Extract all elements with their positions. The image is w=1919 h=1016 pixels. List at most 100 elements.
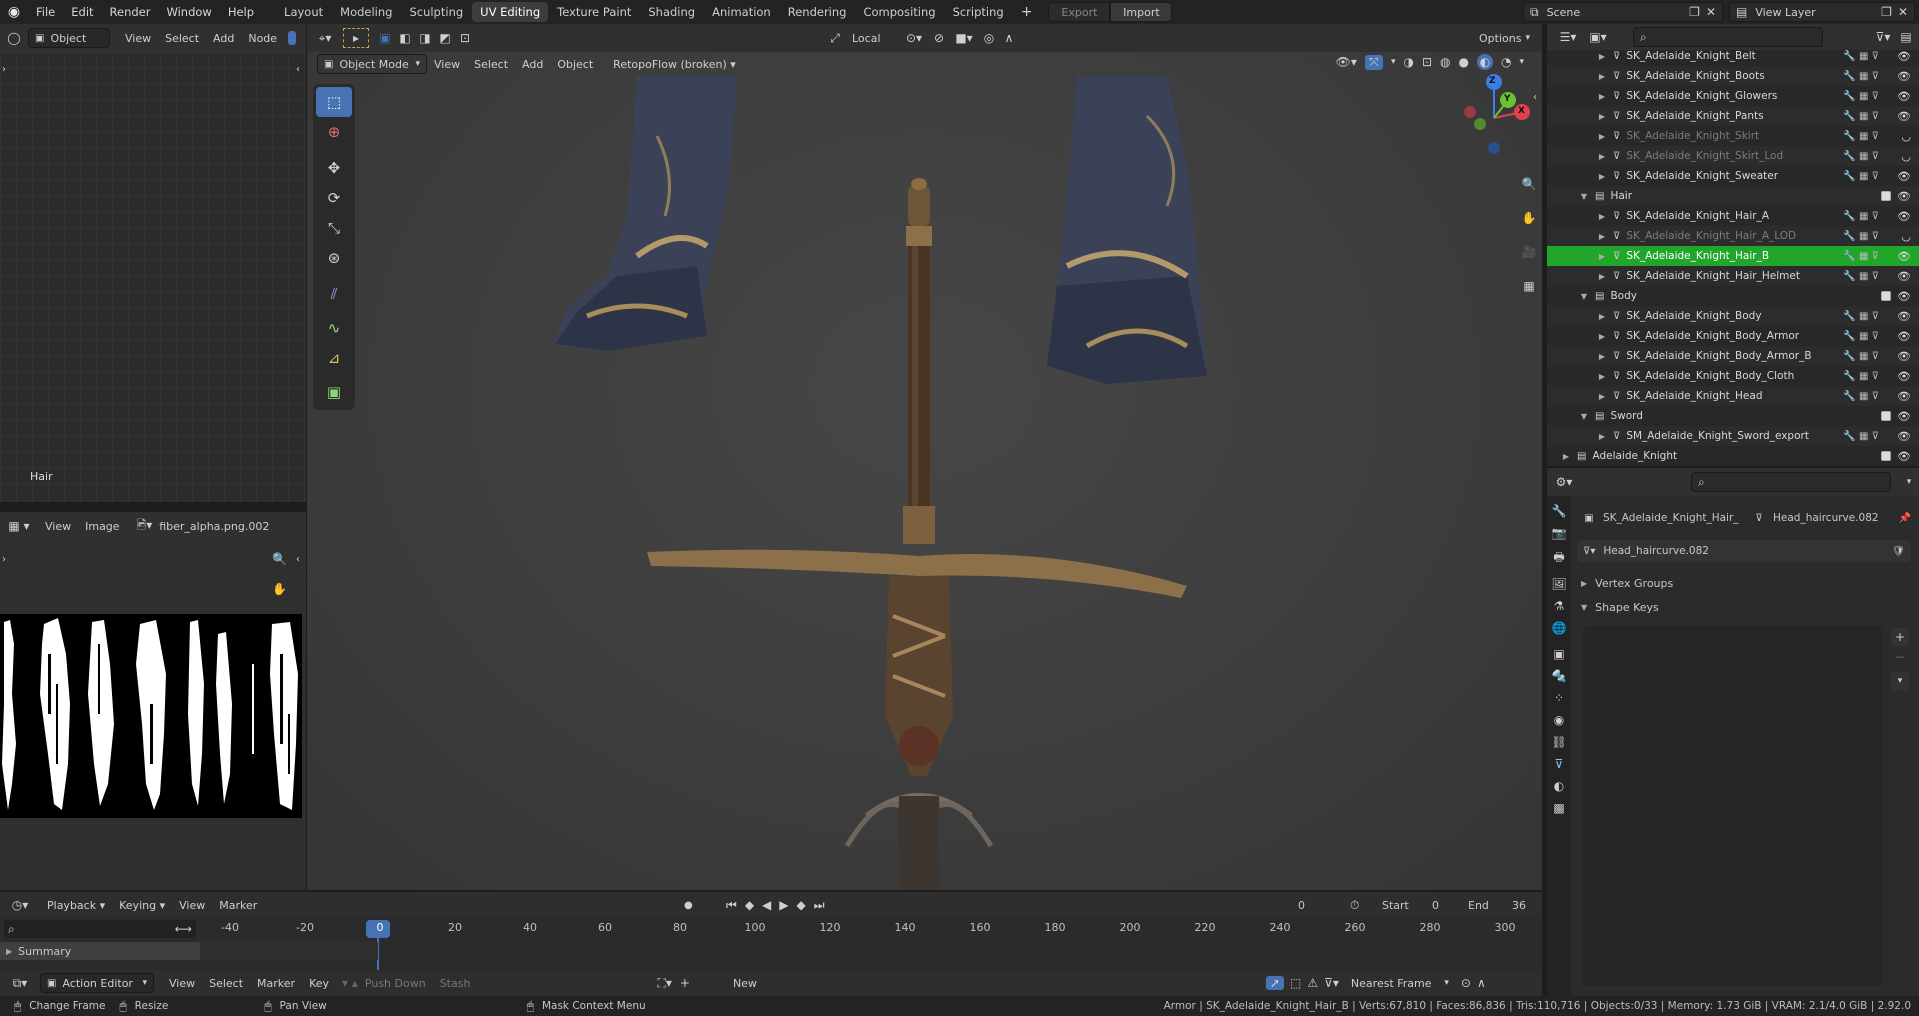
- expand-toggle-icon[interactable]: ▶: [1597, 232, 1607, 241]
- viewport-menu-add[interactable]: Add: [515, 58, 550, 71]
- tab-compositing[interactable]: Compositing: [855, 2, 943, 22]
- select-mode-subtract-icon[interactable]: ◨: [415, 31, 435, 45]
- expand-toggle-icon[interactable]: ▶: [1597, 392, 1607, 401]
- eye-icon[interactable]: 👁: [1897, 210, 1911, 223]
- select-mode-intersect-icon[interactable]: ⊡: [455, 31, 475, 45]
- select-mode-extend-icon[interactable]: ◧: [395, 31, 415, 45]
- collection-checkbox[interactable]: [1881, 191, 1891, 201]
- gizmo-dropdown-icon[interactable]: ▾: [1391, 57, 1396, 67]
- select-mode-new-icon[interactable]: ▣: [375, 31, 395, 45]
- view-layer-tab-icon[interactable]: 🖼: [1551, 577, 1566, 591]
- scene-selector[interactable]: ⧉ Scene ❐ ✕: [1523, 2, 1723, 22]
- outliner-row[interactable]: ▶ ⊽ SK_Adelaide_Knight_Hair_A 🔧 ▦ ⊽ 👁: [1547, 206, 1919, 226]
- add-workspace-icon[interactable]: +: [1013, 2, 1041, 22]
- transform-orientation-dropdown[interactable]: Local: [845, 32, 899, 45]
- modifier-data-icons[interactable]: 🔧 ▦ ⊽: [1843, 371, 1879, 382]
- modifier-data-icons[interactable]: 🔧 ▦ ⊽: [1843, 131, 1879, 142]
- object-mode-dropdown[interactable]: ▣ Object: [28, 28, 110, 48]
- hidden-eye-icon[interactable]: ◡: [1901, 150, 1911, 163]
- modifier-data-icons[interactable]: 🔧 ▦ ⊽: [1843, 331, 1879, 342]
- expand-toggle-icon[interactable]: ▶: [1597, 312, 1607, 321]
- snap-dropdown[interactable]: Nearest Frame ▾: [1345, 973, 1455, 993]
- timeline-marker-menu[interactable]: Marker: [212, 899, 264, 912]
- image-browse-icon[interactable]: 🖻▾: [137, 516, 153, 537]
- constraints-tab-icon[interactable]: ⛓: [1551, 735, 1566, 749]
- menu-file[interactable]: File: [28, 0, 63, 24]
- scene-tab-icon[interactable]: ⚗: [1554, 599, 1565, 613]
- modifier-data-icons[interactable]: 🔧 ▦ ⊽: [1843, 51, 1879, 62]
- next-keyframe-icon[interactable]: ◆: [797, 898, 806, 912]
- image-menu-view[interactable]: View: [38, 520, 78, 533]
- node-editor-canvas[interactable]: › ‹ Hair: [0, 52, 306, 502]
- properties-search[interactable]: ⌕: [1691, 472, 1891, 492]
- outliner-row[interactable]: ▶ ▤ Adelaide_Knight 👁: [1547, 446, 1919, 466]
- shape-key-menu-icon[interactable]: ▾: [1891, 672, 1909, 690]
- outliner-row[interactable]: ▶ ⊽ SK_Adelaide_Knight_Hair_A_LOD 🔧 ▦ ⊽ ◡: [1547, 226, 1919, 246]
- gizmo-icon[interactable]: ⤧: [1364, 54, 1383, 70]
- eye-icon[interactable]: 👁: [1897, 50, 1911, 63]
- eye-icon[interactable]: 👁: [1897, 250, 1911, 263]
- eye-icon[interactable]: 👁: [1897, 170, 1911, 183]
- modifier-data-icons[interactable]: 🔧 ▦ ⊽: [1843, 391, 1879, 402]
- uv-menu-add[interactable]: Add: [206, 32, 241, 45]
- data-tab-icon[interactable]: ⊽: [1555, 757, 1564, 771]
- outliner-row[interactable]: ▶ ⊽ SK_Adelaide_Knight_Belt 🔧 ▦ ⊽ 👁: [1547, 46, 1919, 66]
- overlay-icon[interactable]: ◑: [1403, 55, 1413, 69]
- outliner-row[interactable]: ▶ ⊽ SK_Adelaide_Knight_Pants 🔧 ▦ ⊽ 👁: [1547, 106, 1919, 126]
- eye-icon[interactable]: 👁: [1897, 350, 1911, 363]
- select-mode-invert-icon[interactable]: ◩: [435, 31, 455, 45]
- uv-menu-node[interactable]: Node: [241, 32, 284, 45]
- context-object-name[interactable]: SK_Adelaide_Knight_Hair_: [1603, 512, 1751, 524]
- sidebar-toggle-icon[interactable]: ‹: [296, 554, 300, 565]
- tool-transform-icon[interactable]: ⊛: [316, 243, 352, 273]
- new-collection-icon[interactable]: ▤: [1893, 30, 1919, 44]
- proportional-edit-icon[interactable]: ◎: [979, 31, 999, 45]
- falloff-curve-icon[interactable]: ∧: [1477, 976, 1486, 990]
- xray-icon[interactable]: ⊡: [1422, 55, 1432, 69]
- material-tab-icon[interactable]: ◐: [1554, 779, 1564, 793]
- only-selected-icon[interactable]: ➚: [1266, 976, 1284, 990]
- outliner-row[interactable]: ▶ ⊽ SK_Adelaide_Knight_Body_Cloth 🔧 ▦ ⊽ 👁: [1547, 366, 1919, 386]
- expand-toggle-icon[interactable]: ▶: [1561, 452, 1571, 461]
- outliner-row[interactable]: ▶ ⊽ SK_Adelaide_Knight_Boots 🔧 ▦ ⊽ 👁: [1547, 66, 1919, 86]
- tool-annotate-icon[interactable]: ⫽: [316, 279, 352, 309]
- image-editor-canvas[interactable]: 🔍 ✋ ‹ ›: [0, 540, 306, 890]
- action-editor-mode-dropdown[interactable]: ▣ Action Editor ▾: [40, 973, 154, 993]
- eye-icon[interactable]: 👁: [1897, 390, 1911, 403]
- outliner-row[interactable]: ▶ ⊽ SK_Adelaide_Knight_Hair_B 🔧 ▦ ⊽ 👁: [1547, 246, 1919, 266]
- shape-keys-list[interactable]: [1583, 626, 1883, 986]
- expand-toggle-icon[interactable]: ▶: [1597, 352, 1607, 361]
- tab-shading[interactable]: Shading: [640, 2, 703, 22]
- tool-select-box-icon[interactable]: ⬚: [316, 87, 352, 117]
- jump-start-icon[interactable]: ⏮: [726, 898, 737, 913]
- shading-dropdown-icon[interactable]: ▾: [1519, 57, 1524, 67]
- editor-type-icon[interactable]: ◯: [0, 31, 28, 45]
- auto-keying-icon[interactable]: ●: [684, 900, 693, 911]
- outliner-row[interactable]: ▼ ▤ Hair 👁: [1547, 186, 1919, 206]
- hidden-eye-icon[interactable]: ◡: [1901, 130, 1911, 143]
- menu-help[interactable]: Help: [220, 0, 262, 24]
- play-reverse-icon[interactable]: ◀: [762, 898, 771, 912]
- expand-toggle-icon[interactable]: ▶: [1597, 252, 1607, 261]
- tab-scripting[interactable]: Scripting: [945, 2, 1012, 22]
- modifier-data-icons[interactable]: 🔧 ▦ ⊽: [1843, 251, 1879, 262]
- expand-toggle-icon[interactable]: ▶: [1597, 272, 1607, 281]
- display-mode-icon[interactable]: ▣▾: [1583, 30, 1613, 44]
- zoom-view-icon[interactable]: 🔍: [1517, 172, 1541, 196]
- eye-icon[interactable]: 👁: [1897, 90, 1911, 103]
- datablock-selector[interactable]: ⊽▾ Head_haircurve.082 🛡: [1577, 540, 1911, 562]
- menu-window[interactable]: Window: [158, 0, 219, 24]
- playback-menu[interactable]: Playback ▾: [40, 899, 112, 912]
- uv-menu-select[interactable]: Select: [158, 32, 206, 45]
- timeline-body[interactable]: ⌕ ⟷ ▶ Summary -40 -20 0 20 40 60 80 100 120 140 16…: [0, 918, 1542, 978]
- properties-editor-type-icon[interactable]: ⚙▾: [1547, 475, 1581, 489]
- image-name[interactable]: fiber_alpha.png.002: [152, 520, 276, 533]
- snap-target-icon[interactable]: ■▾: [949, 31, 979, 45]
- modifier-data-icons[interactable]: 🔧 ▦ ⊽: [1843, 431, 1879, 442]
- outliner-row[interactable]: ▼ ▤ Body 👁: [1547, 286, 1919, 306]
- tool-move-icon[interactable]: ✥: [316, 153, 352, 183]
- pivot-point-icon[interactable]: ⊙▾: [899, 31, 929, 45]
- outliner-editor-type-icon[interactable]: ☰▾: [1553, 30, 1583, 44]
- action-menu-select[interactable]: Select: [202, 977, 250, 990]
- timeline-editor-type-icon[interactable]: ◷▾: [0, 898, 40, 912]
